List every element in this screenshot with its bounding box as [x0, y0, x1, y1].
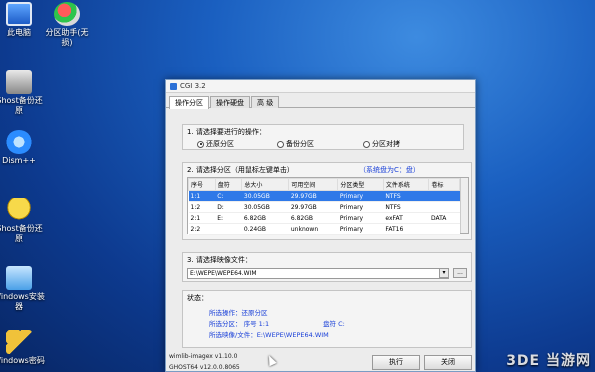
cell: 6.82GB [241, 212, 289, 224]
partition-table[interactable]: 序号 盘符 总大小 可用空间 分区类型 文件系统 卷标 1:1 C: 30.05… [187, 177, 469, 235]
table-header-row: 序号 盘符 总大小 可用空间 分区类型 文件系统 卷标 [188, 178, 460, 191]
radio-dot [363, 140, 370, 148]
cell: Primary [337, 201, 384, 213]
cell: 1:2 [188, 201, 216, 213]
ghost-restore-desktop-icon[interactable]: Ghost备份还原 [0, 70, 46, 116]
col-fs[interactable]: 文件系统 [382, 178, 430, 191]
image-file-group: 3. 请选择映像文件： E:\WEPE\WEPE64.WIM ▾ ... [182, 252, 472, 282]
cell: 1:1 [188, 190, 216, 202]
tab-bar: 操作分区 操作硬盘 高 级 [166, 93, 475, 109]
cell [215, 223, 242, 235]
windows-password-desktop-icon[interactable]: Windows密码 [0, 330, 46, 366]
partition-group: 2. 请选择分区（用鼠标左键单击） （系统盘为C：盘） 序号 盘符 总大小 可用… [182, 162, 472, 240]
tab-disk[interactable]: 操作硬盘 [210, 96, 250, 108]
site-watermark: 3DE 当游网 [506, 353, 591, 369]
windows-installer-icon [6, 266, 32, 290]
table-row[interactable]: 2:1 E: 6.82GB 6.82GB Primary exFAT DATA [188, 212, 460, 224]
restore-label: 还原分区 [206, 140, 234, 148]
wimlib-version: wimlib-imagex v1.10.0 [169, 353, 238, 360]
cell: Primary [337, 223, 384, 235]
close-button[interactable]: 关闭 [424, 355, 472, 370]
partition-tool-desktop-icon[interactable]: 分区助手(无损) [40, 2, 94, 48]
backup-radio[interactable]: 备份分区 [277, 139, 314, 149]
windows-password-icon [6, 330, 32, 354]
cell: 30.05GB [241, 201, 289, 213]
table-row[interactable]: 2:2 0.24GB unknown Primary FAT16 [188, 223, 460, 235]
cell: 2:1 [188, 212, 216, 224]
windows-password-label: Windows密码 [0, 356, 45, 365]
cell: DATA [428, 212, 460, 224]
col-free[interactable]: 可用空间 [288, 178, 339, 191]
title-bar[interactable]: CGI 3.2 [166, 80, 475, 93]
execute-button[interactable]: 执行 [372, 355, 420, 370]
operation-group: 1. 请选择要进行的操作： 还原分区 备份分区 分区对拷 [182, 124, 464, 150]
ghost-backup-icon [6, 198, 32, 222]
cell: D: [215, 201, 242, 213]
status-group: 状态： 所选操作：还原分区 所选分区： 序号 1:1 盘符 C: 所选映像/文件… [182, 290, 472, 348]
table-scrollbar[interactable] [460, 178, 468, 233]
cell: 0.24GB [241, 223, 289, 235]
cell [428, 201, 460, 213]
image-file-title: 3. 请选择映像文件： [187, 256, 252, 264]
partition-tool-label: 分区助手(无损) [45, 28, 89, 47]
ghost-backup-label: Ghost备份还原 [0, 224, 43, 243]
partition-title: 2. 请选择分区（用鼠标左键单击） [187, 166, 294, 174]
cell: NTFS [383, 190, 429, 202]
col-type[interactable]: 分区类型 [337, 178, 384, 191]
dism-desktop-icon[interactable]: Dism++ [0, 130, 46, 166]
clone-label: 分区对拷 [372, 140, 400, 148]
cell: NTFS [383, 201, 429, 213]
table-row[interactable]: 1:2 D: 30.05GB 29.97GB Primary NTFS [188, 201, 460, 213]
computer-icon [6, 2, 32, 26]
cell: C: [215, 190, 242, 202]
restore-radio[interactable]: 还原分区 [197, 139, 234, 149]
chevron-down-icon[interactable]: ▾ [439, 268, 449, 278]
cell: 2:2 [188, 223, 216, 235]
status-image: 所选映像/文件：E:\WEPE\WEPE64.WIM [209, 331, 329, 339]
status-title: 状态： [187, 294, 208, 302]
windows-installer-desktop-icon[interactable]: Windows安装器 [0, 266, 46, 312]
cell [428, 190, 460, 202]
cell: unknown [288, 223, 338, 235]
cgi-window: CGI 3.2 操作分区 操作硬盘 高 级 1. 请选择要进行的操作： 还原分区… [165, 79, 476, 372]
cell: Primary [337, 212, 384, 224]
windows-installer-label: Windows安装器 [0, 292, 45, 311]
cell: 6.82GB [288, 212, 338, 224]
cell [428, 223, 460, 235]
partition-tool-icon [54, 2, 80, 26]
browse-button[interactable]: ... [453, 268, 467, 278]
ghost-restore-label: Ghost备份还原 [0, 96, 43, 115]
ghost-version: GHOST64 v12.0.0.8065 [169, 364, 240, 371]
col-size[interactable]: 总大小 [241, 178, 290, 191]
radio-dot [197, 140, 204, 148]
operation-title: 1. 请选择要进行的操作： [187, 128, 266, 136]
clone-radio[interactable]: 分区对拷 [363, 139, 400, 149]
app-icon [170, 82, 177, 90]
status-drive: 盘符 C: [323, 320, 345, 328]
system-disk-hint: （系统盘为C：盘） [359, 166, 420, 174]
ghost-backup-desktop-icon[interactable]: Ghost备份还原 [0, 198, 46, 244]
backup-label: 备份分区 [286, 140, 314, 148]
status-operation: 所选操作：还原分区 [209, 309, 268, 317]
cell: exFAT [383, 212, 429, 224]
cell: 30.05GB [241, 190, 289, 202]
cell: 29.97GB [288, 190, 338, 202]
cell: 29.97GB [288, 201, 338, 213]
radio-dot [277, 140, 284, 148]
ghost-restore-icon [6, 70, 32, 94]
col-index[interactable]: 序号 [188, 178, 216, 191]
tab-advanced[interactable]: 高 级 [251, 96, 280, 108]
cell: Primary [337, 190, 384, 202]
image-path-combo[interactable]: E:\WEPE\WEPE64.WIM [187, 268, 449, 279]
dism-label: Dism++ [2, 156, 36, 165]
dism-icon [6, 130, 32, 154]
status-partition: 所选分区： 序号 1:1 [209, 320, 270, 328]
window-title: CGI 3.2 [180, 82, 206, 90]
cell: E: [215, 212, 242, 224]
tab-partition[interactable]: 操作分区 [169, 96, 209, 109]
table-row[interactable]: 1:1 C: 30.05GB 29.97GB Primary NTFS [188, 190, 460, 202]
col-label[interactable]: 卷标 [428, 178, 460, 191]
col-drive[interactable]: 盘符 [214, 178, 243, 191]
cell: FAT16 [383, 223, 429, 235]
